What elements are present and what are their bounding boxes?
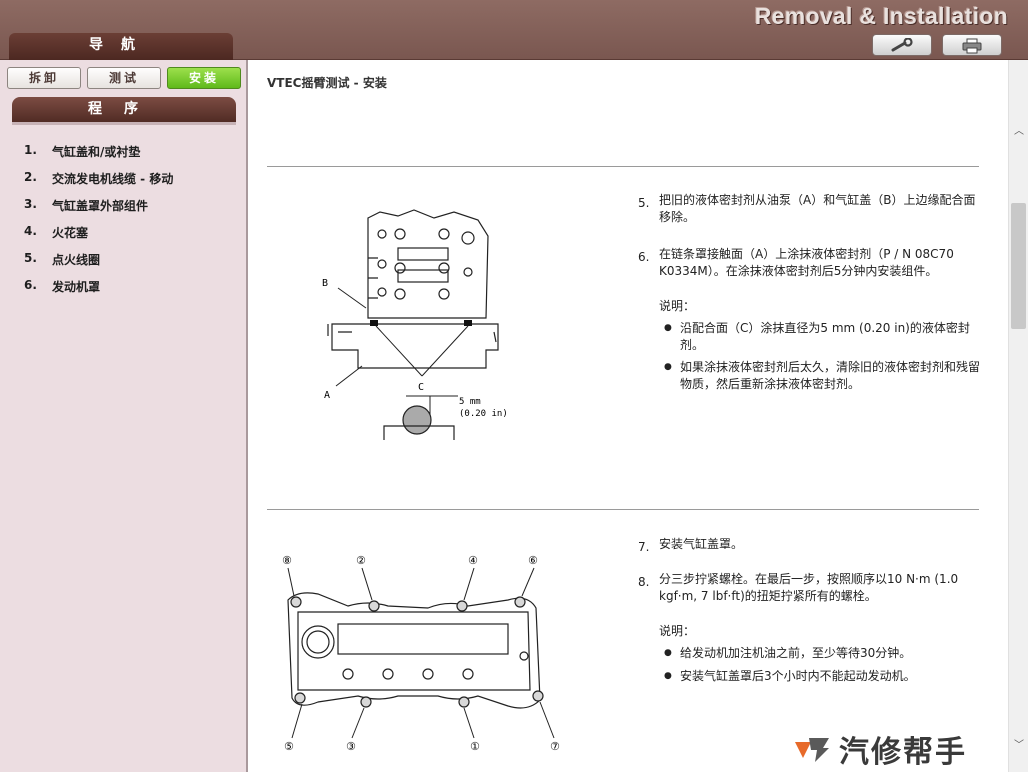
page-title: VTEC摇臂测试 - 安装 (267, 76, 387, 90)
step-item: 7. 安装气缸盖罩。 (638, 536, 983, 554)
item-number: 2. (24, 170, 37, 184)
procedure-list: 1. 气缸盖和/或衬垫 2. 交流发电机线缆 - 移动 3. 气缸盖罩外部组件 4. 火… (24, 143, 173, 305)
bolt-label: ① (470, 740, 480, 753)
item-label: 火花塞 (52, 226, 89, 240)
watermark-logo-icon (795, 738, 829, 762)
item-number: 5. (24, 251, 37, 265)
sidebar: 拆卸 测试 安装 程序 1. 气缸盖和/或衬垫 2. 交流发电机线缆 - 移动 3.… (0, 60, 248, 772)
callout-c: C (418, 382, 424, 393)
bolt-sequence-diagram: ⑧ ② ④ ⑥ ⑤ ③ ① ⑦ (282, 554, 560, 753)
bolt-label: ⑤ (284, 740, 294, 753)
item-number: 3. (24, 197, 37, 211)
note-label: 说明： (659, 624, 696, 638)
bolt-label: ⑥ (528, 554, 538, 567)
procedure-item[interactable]: 5. 点火线圈 (24, 251, 173, 278)
tab-test[interactable]: 测试 (87, 67, 161, 89)
watermark: 汽修帮手 (793, 727, 1013, 770)
scroll-up-icon[interactable]: ︿ (1013, 126, 1025, 138)
step-item: 5. 把旧的液体密封剂从油泵（A）和气缸盖（B）上边缘配合面移除。 (638, 192, 983, 226)
tab-removal[interactable]: 拆卸 (7, 67, 81, 89)
note-item: 给发动机加注机油之前，至少等待30分钟。 (659, 645, 983, 662)
step-number: 7. (638, 540, 650, 554)
dim-mm: 5 mm (459, 397, 481, 407)
note-label: 说明： (659, 299, 696, 313)
item-label: 点火线圈 (52, 253, 101, 267)
note-item: 如果涂抹液体密封剂后太久，清除旧的液体密封剂和残留物质，然后重新涂抹液体密封剂。 (659, 359, 983, 393)
wrench-button[interactable] (872, 34, 932, 56)
step-item: 8. 分三步拧紧螺栓。在最后一步，按照顺序以10 N·m (1.0 kgf·m,… (638, 571, 983, 605)
bolt-label: ③ (346, 740, 356, 753)
procedure-item[interactable]: 1. 气缸盖和/或衬垫 (24, 143, 173, 170)
item-label: 发动机罩 (52, 280, 101, 294)
sealant-diagram: B A C 5 mm (0.20 in) (322, 209, 508, 440)
tab-install[interactable]: 安装 (167, 67, 241, 89)
steps-section-a: 5. 把旧的液体密封剂从油泵（A）和气缸盖（B）上边缘配合面移除。 6. 在链条… (638, 192, 983, 393)
step-text: 在链条罩接触面（A）上涂抹液体密封剂（P / N 08C70 K0334M）。在… (659, 247, 954, 278)
item-number: 4. (24, 224, 37, 238)
top-header: Removal & Installation 导航 (0, 0, 1028, 60)
procedure-item[interactable]: 3. 气缸盖罩外部组件 (24, 197, 173, 224)
note-item: 沿配合面（C）涂抹直径为5 mm (0.20 in)的液体密封剂。 (659, 320, 983, 354)
nav-tab[interactable]: 导航 (9, 33, 233, 60)
note-list: 沿配合面（C）涂抹直径为5 mm (0.20 in)的液体密封剂。 如果涂抹液体… (638, 320, 983, 393)
note-item: 安装气缸盖罩后3个小时内不能起动发动机。 (659, 668, 983, 685)
item-label: 气缸盖和/或衬垫 (52, 145, 141, 159)
procedure-header: 程序 (12, 97, 236, 123)
step-text: 把旧的液体密封剂从油泵（A）和气缸盖（B）上边缘配合面移除。 (659, 193, 976, 224)
step-item: 6. 在链条罩接触面（A）上涂抹液体密封剂（P / N 08C70 K0334M… (638, 246, 983, 280)
printer-icon (962, 38, 982, 54)
procedure-item[interactable]: 4. 火花塞 (24, 224, 173, 251)
callout-b: B (322, 278, 328, 289)
divider (267, 509, 979, 510)
item-number: 6. (24, 278, 37, 292)
wrench-icon (891, 38, 913, 52)
step-text: 分三步拧紧螺栓。在最后一步，按照顺序以10 N·m (1.0 kgf·m, 7 … (659, 572, 959, 603)
bolt-label: ② (356, 554, 366, 567)
step-text: 安装气缸盖罩。 (659, 537, 744, 551)
divider (267, 166, 979, 167)
step-number: 5. (638, 196, 650, 210)
content-pane: VTEC摇臂测试 - 安装 B A C 5 mm (0.20 in) 5. 把旧… (250, 60, 1008, 772)
dim-in: (0.20 in) (459, 409, 508, 419)
scroll-down-icon[interactable]: ﹀ (1013, 740, 1025, 752)
vertical-scrollbar[interactable]: ︿ ﹀ (1008, 60, 1028, 772)
item-number: 1. (24, 143, 37, 157)
app-title: Removal & Installation (754, 3, 1008, 29)
item-label: 气缸盖罩外部组件 (52, 199, 149, 213)
procedure-item[interactable]: 2. 交流发电机线缆 - 移动 (24, 170, 173, 197)
watermark-text: 汽修帮手 (839, 735, 967, 770)
step-number: 8. (638, 575, 650, 589)
steps-section-b: 7. 安装气缸盖罩。 8. 分三步拧紧螺栓。在最后一步，按照顺序以10 N·m … (638, 536, 983, 685)
note-list: 给发动机加注机油之前，至少等待30分钟。 安装气缸盖罩后3个小时内不能起动发动机… (638, 645, 983, 685)
procedure-header-shadow (12, 122, 236, 125)
procedure-item[interactable]: 6. 发动机罩 (24, 278, 173, 305)
bolt-label: ④ (468, 554, 478, 567)
item-label: 交流发电机线缆 - 移动 (52, 172, 174, 186)
print-button[interactable] (942, 34, 1002, 56)
bolt-label: ⑦ (550, 740, 560, 753)
callout-a: A (324, 390, 330, 401)
scroll-thumb[interactable] (1011, 203, 1026, 329)
bolt-label: ⑧ (282, 554, 292, 567)
step-number: 6. (638, 250, 650, 264)
